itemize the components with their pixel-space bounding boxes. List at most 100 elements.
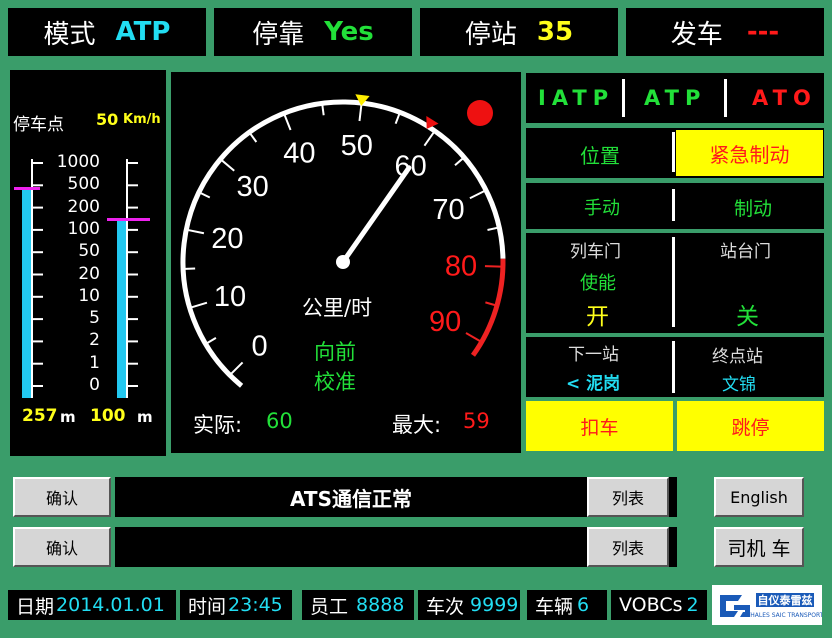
dial-tick-label: 70 (432, 194, 464, 226)
mode-ato: ATO (752, 86, 817, 110)
door-enable-label: 使能 (580, 273, 616, 294)
time-label: 时间 (188, 595, 227, 618)
needle-hub (336, 255, 350, 269)
terminal-station-label: 终点站 (712, 347, 763, 367)
confirm-button-2[interactable]: 确认 (13, 527, 111, 567)
date-label: 日期 (16, 595, 55, 618)
stop-panel: 停站 35 (420, 8, 618, 56)
mode-panel: 模式 ATP (8, 8, 206, 56)
platform-door-state: 关 (736, 304, 759, 330)
scale-tick-label: 5 (89, 308, 100, 329)
mode-value: ATP (115, 17, 171, 47)
vobcs-field: VOBCs 2 (611, 590, 707, 620)
distance-bar-left (22, 188, 31, 398)
vehicle-value: 6 (577, 594, 590, 616)
distance-bar-right (117, 219, 126, 398)
scale-tick-label: 200 (67, 196, 100, 217)
door-status: 列车门 站台门 使能 开 关 (526, 233, 824, 333)
speedometer-panel: 0 10 20 30 40 50 60 70 80 90 公里/时 向前 校准 实际: 60 最大… (171, 72, 521, 453)
vehicle-field: 车辆 6 (527, 590, 607, 620)
max-speed-value: 59 (463, 409, 490, 433)
company-logo: 自仪泰雷兹 THALES SAIC TRANSPORT (712, 585, 824, 625)
calibrate-label: 校准 (314, 370, 356, 394)
distance-left-unit: m (60, 408, 76, 426)
svg-text:THALES SAIC TRANSPORT: THALES SAIC TRANSPORT (746, 612, 822, 619)
train-number-value: 9999 (470, 594, 519, 616)
skip-stop-button[interactable]: 跳停 (677, 401, 824, 451)
dial-tick-label: 20 (211, 223, 243, 255)
dial-tick-label: 80 (445, 250, 477, 282)
mode-label: 模式 (43, 19, 96, 50)
dock-label: 停靠 (252, 19, 305, 50)
scale-tick-label: 20 (78, 263, 100, 284)
depart-panel: 发车 --- (626, 8, 824, 56)
depart-label: 发车 (670, 19, 723, 50)
vehicle-label: 车辆 (535, 595, 574, 618)
message-bar-2 (115, 527, 587, 567)
staff-field: 员工 8888 (302, 590, 414, 620)
position-label: 位置 (580, 144, 620, 168)
manual-row: 手动 制动 (526, 183, 824, 229)
next-station-value: < 泥岗 (566, 374, 621, 394)
dial-tick-label: 0 (251, 330, 267, 362)
mode-row: IATP ATP ATO (526, 73, 824, 123)
list-button-2[interactable]: 列表 (587, 527, 669, 567)
scale-tick-label: 10 (78, 285, 100, 306)
mode-iatp: IATP (538, 86, 615, 110)
train-number-field: 车次 9999 (418, 590, 520, 620)
mode-atp: ATP (644, 86, 707, 110)
speed-needle (340, 165, 412, 265)
depart-value: --- (746, 17, 780, 47)
list-button-1[interactable]: 列表 (587, 477, 669, 517)
dial-tick-label: 50 (341, 130, 373, 162)
staff-label: 员工 (310, 595, 349, 618)
scale-tick-label: 1000 (56, 152, 100, 172)
time-value: 23:45 (228, 594, 283, 616)
scale-tick-label: 2 (89, 330, 100, 351)
actual-speed-label: 实际: (193, 413, 243, 437)
max-speed-label: 最大: (392, 413, 442, 437)
time-field: 时间 23:45 (180, 590, 292, 620)
distance-right-value: 100 (90, 406, 126, 426)
date-field: 日期 2014.01.01 (8, 590, 176, 620)
manual-label: 手动 (584, 198, 620, 219)
actual-speed-value: 60 (266, 409, 293, 433)
distance-panel: 停车点 50 Km/h 1000 500 200 100 50 20 10 5 2 1 0 257 … (10, 70, 166, 456)
distance-right-unit: m (137, 408, 153, 426)
next-station-label: 下一站 (568, 345, 619, 365)
vobcs-value: 2 (686, 594, 699, 616)
platform-door-label: 站台门 (720, 242, 771, 262)
alarm-indicator-icon (467, 100, 493, 126)
dock-value: Yes (324, 17, 374, 47)
hold-train-button[interactable]: 扣车 (526, 401, 673, 451)
driver-car-button[interactable]: 司机 车 (714, 527, 804, 567)
dial-tick-label: 40 (283, 137, 315, 169)
message-text-1: ATS通信正常 (290, 486, 412, 511)
scale-tick-label: 500 (67, 174, 100, 195)
terminal-station-value: 文锦 (722, 375, 756, 395)
train-number-label: 车次 (426, 595, 465, 618)
brake-label: 制动 (734, 198, 773, 220)
confirm-button-1[interactable]: 确认 (13, 477, 111, 517)
stop-value: 35 (536, 17, 574, 47)
dial-tick-label: 90 (429, 306, 461, 338)
direction-label: 向前 (314, 340, 356, 364)
scale-tick-label: 1 (89, 352, 100, 373)
message-bar-1: ATS通信正常 (115, 477, 587, 517)
stop-label: 停站 (464, 19, 517, 50)
dial-arc-overspeed (470, 258, 506, 357)
train-door-label: 列车门 (570, 242, 621, 262)
speed-unit: 公里/时 (302, 296, 373, 320)
english-button[interactable]: English (714, 477, 804, 517)
scale-tick-label: 50 (78, 241, 100, 262)
emergency-brake-button[interactable]: 紧急制动 (676, 130, 823, 176)
dock-panel: 停靠 Yes (214, 8, 412, 56)
scale-tick-label: 0 (89, 375, 100, 395)
svg-text:自仪泰雷兹: 自仪泰雷兹 (758, 593, 813, 607)
date-value: 2014.01.01 (56, 594, 165, 616)
dial-tick-label: 30 (236, 171, 268, 203)
distance-left-value: 257 (22, 406, 58, 426)
scale-tick-label: 100 (67, 218, 100, 239)
station-info: 下一站 终点站 < 泥岗 文锦 (526, 337, 824, 397)
vobcs-label: VOBCs (619, 594, 683, 616)
